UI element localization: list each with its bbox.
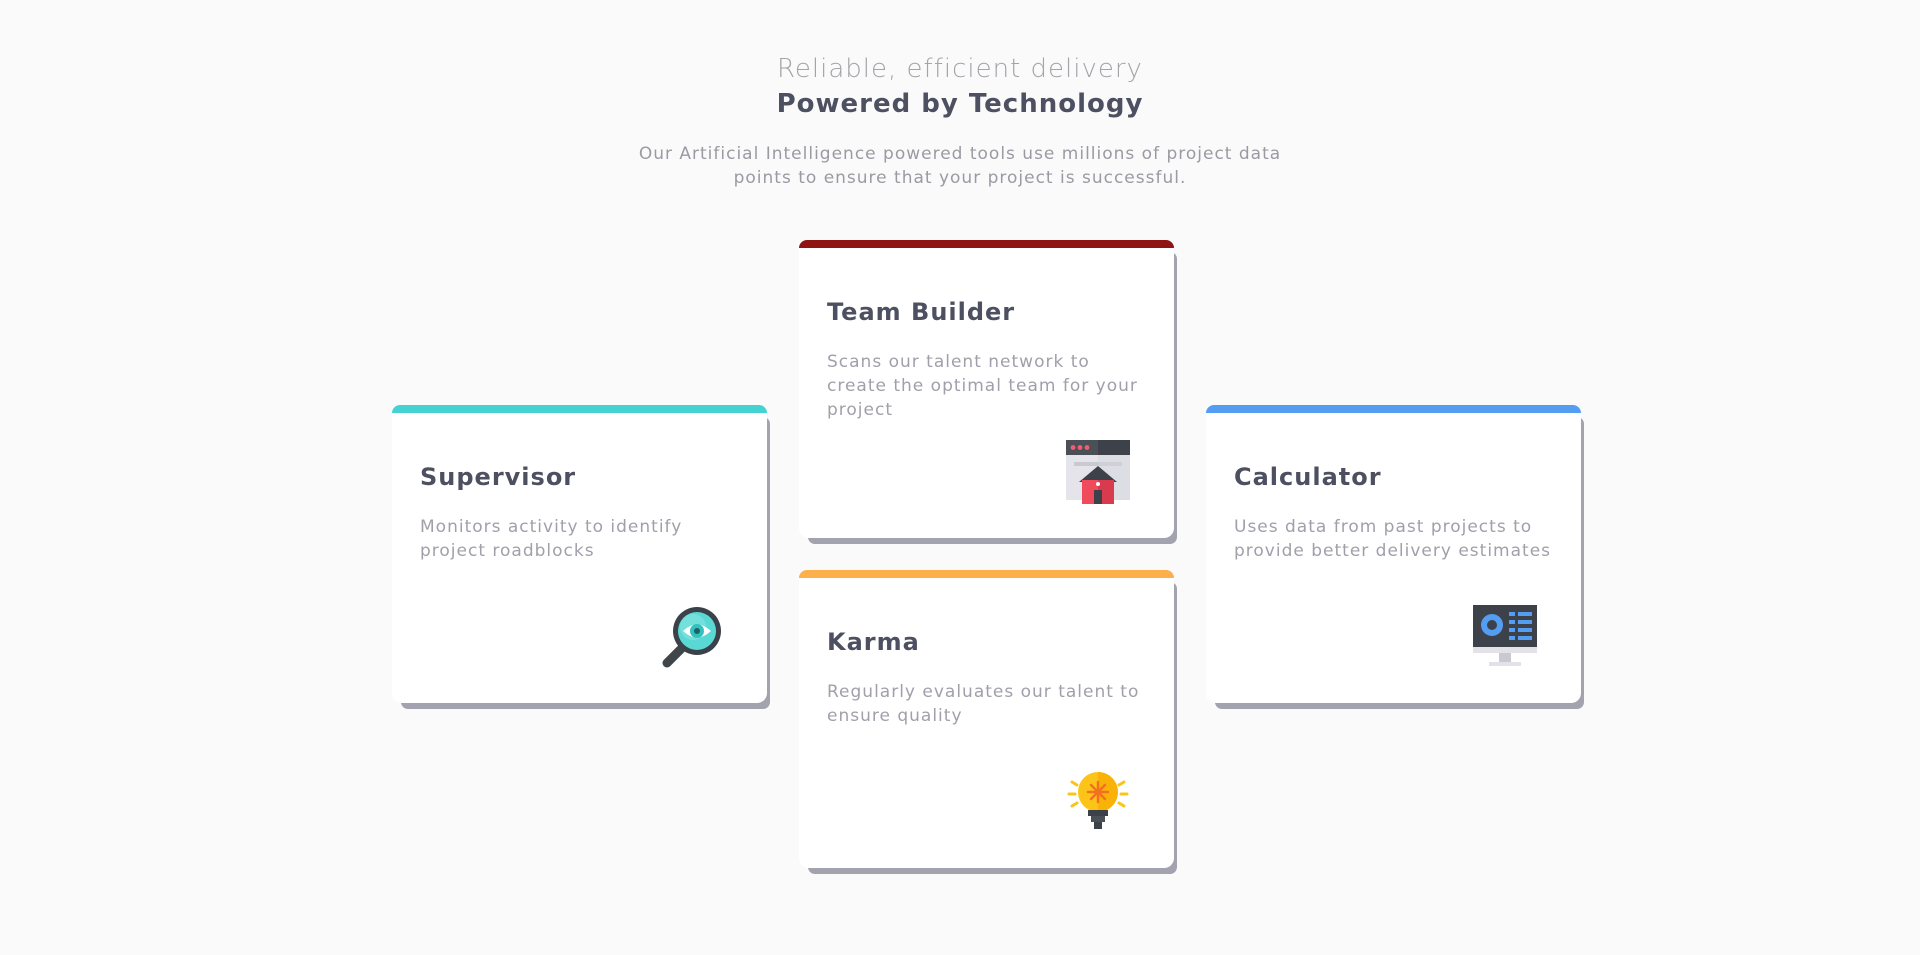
card-team-builder: Team Builder Scans our talent network to… [799, 240, 1174, 538]
browser-house-icon [1066, 440, 1130, 504]
lightbulb-icon [1066, 770, 1130, 834]
card-description: Uses data from past projects to provide … [1234, 517, 1552, 561]
card-title: Calculator [1234, 463, 1382, 491]
card-description: Monitors activity to identify project ro… [420, 517, 683, 561]
monitor-chart-icon [1473, 605, 1537, 669]
intro-text: Our Artificial Intelligence powered tool… [638, 144, 1282, 188]
hero-header: Reliable, efficient delivery Powered by … [0, 52, 1920, 190]
page-title: Powered by Technology [776, 89, 1144, 119]
card-karma: Karma Regularly evaluates our talent to … [799, 570, 1174, 868]
card-title: Karma [827, 628, 920, 656]
card-description: Regularly evaluates our talent to ensure… [827, 682, 1140, 726]
tagline: Reliable, efficient delivery [777, 54, 1143, 84]
card-calculator: Calculator Uses data from past projects … [1206, 405, 1581, 703]
card-supervisor: Supervisor Monitors activity to identify… [392, 405, 767, 703]
card-title: Supervisor [420, 463, 577, 491]
card-title: Team Builder [827, 298, 1016, 326]
card-description: Scans our talent network to create the o… [827, 352, 1138, 420]
magnifier-eye-icon [659, 605, 723, 669]
